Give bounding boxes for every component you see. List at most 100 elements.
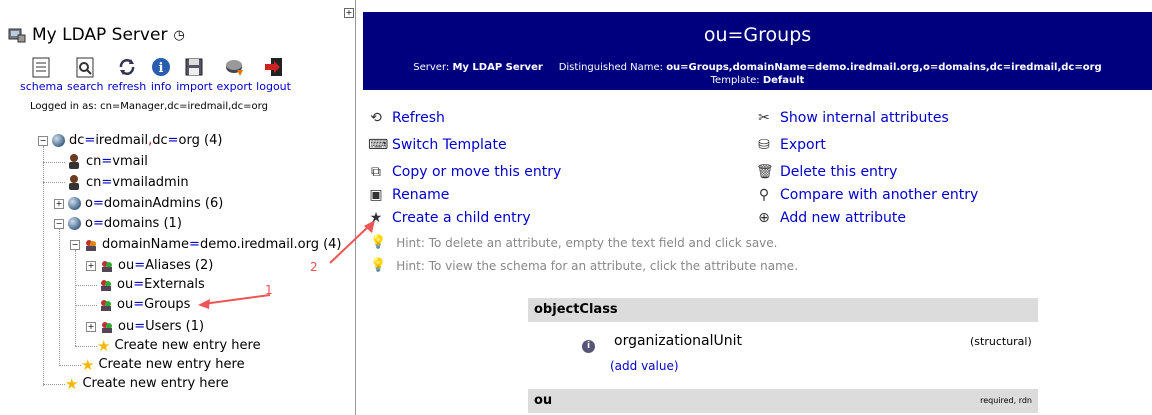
server-value: My LDAP Server bbox=[452, 62, 543, 73]
globe-icon bbox=[68, 197, 81, 210]
rdn-attr: ou bbox=[117, 297, 134, 312]
child-count: (1) bbox=[163, 216, 182, 231]
info-icon[interactable]: i bbox=[582, 333, 595, 353]
child-count: (1) bbox=[185, 319, 205, 334]
entry-title: ou=Groups bbox=[703, 24, 812, 46]
equals-sign: = bbox=[101, 174, 113, 190]
tree-node-groups[interactable]: ou=Groups bbox=[99, 297, 190, 312]
add-value-link[interactable]: (add value) bbox=[610, 359, 679, 373]
info-glyph: i bbox=[582, 340, 595, 353]
star-icon: ★ bbox=[65, 374, 79, 393]
template-value: Default bbox=[762, 75, 805, 86]
annotation-label-1: 1 bbox=[265, 283, 273, 297]
refresh-link[interactable]: ⟲ Refresh bbox=[368, 110, 445, 126]
attribute-header-objectclass[interactable]: objectClass bbox=[528, 298, 1038, 322]
copy-move-link[interactable]: ⧉ Copy or move this entry bbox=[368, 164, 561, 180]
action-label: Switch Template bbox=[392, 137, 507, 153]
expand-icon[interactable]: + bbox=[86, 260, 96, 271]
create-entry-link[interactable]: ★ Create new entry here bbox=[97, 338, 261, 353]
switch-template-link[interactable]: ⌨ Switch Template bbox=[368, 137, 507, 153]
action-label: Show internal attributes bbox=[780, 110, 949, 126]
export-link[interactable]: ⛁ Export bbox=[756, 137, 826, 153]
tree-node-root[interactable]: − dc=iredmail,dc=org (4) bbox=[38, 133, 222, 148]
collapse-icon[interactable]: − bbox=[54, 218, 64, 229]
action-label: Create a child entry bbox=[392, 210, 531, 226]
equals-sign: = bbox=[92, 196, 104, 211]
hint-text: Hint: To view the schema for an attribut… bbox=[396, 258, 799, 273]
action-label: Delete this entry bbox=[780, 164, 898, 180]
rdn-attr: cn bbox=[86, 174, 102, 190]
server-label: Server: bbox=[413, 62, 450, 73]
expand-icon[interactable]: + bbox=[54, 198, 64, 209]
rdn-attr: o bbox=[85, 216, 93, 231]
equals-sign: = bbox=[134, 319, 146, 334]
collapse-icon[interactable]: − bbox=[70, 239, 80, 250]
attribute-flags: required, rdn bbox=[980, 396, 1032, 405]
rename-icon: ▣ bbox=[369, 187, 383, 203]
rdn-attr: domainName bbox=[102, 237, 190, 252]
expand-icon[interactable]: + bbox=[86, 321, 96, 332]
lightbulb-icon: 💡 bbox=[370, 258, 387, 273]
create-entry-link[interactable]: ★ Create new entry here bbox=[65, 376, 229, 391]
tree-node-aliases[interactable]: + ou=Aliases (2) bbox=[86, 258, 213, 273]
rdn-attr: ou bbox=[118, 258, 135, 273]
attribute-header-ou[interactable]: ou required, rdn bbox=[528, 389, 1038, 413]
tree-node-externals[interactable]: ou=Externals bbox=[99, 277, 205, 292]
show-internal-attributes-link[interactable]: ✂ Show internal attributes bbox=[756, 110, 949, 126]
dn-value: ou=Groups,domainName=demo.iredmail.org,o… bbox=[666, 62, 1102, 73]
tree-node-vmail[interactable]: cn=vmail bbox=[66, 153, 148, 169]
rdn-attr: ou bbox=[118, 319, 135, 334]
attribute-name: ou bbox=[534, 393, 553, 408]
rename-link[interactable]: ▣ Rename bbox=[368, 187, 449, 203]
tree-node-label: o=domainAdmins (6) bbox=[85, 196, 223, 211]
tree-node-label: ou=Externals bbox=[117, 277, 205, 292]
tree-node-domainname[interactable]: − domainName=demo.iredmail.org (4) bbox=[70, 237, 342, 252]
action-label: Rename bbox=[392, 187, 450, 203]
tree-node-domains[interactable]: − o=domains (1) bbox=[54, 216, 182, 231]
equals-sign: = bbox=[134, 258, 146, 273]
globe-icon bbox=[52, 134, 65, 147]
action-label: Compare with another entry bbox=[780, 187, 979, 203]
star-icon: ★ bbox=[97, 336, 111, 355]
compare-icon: ⚲ bbox=[758, 187, 770, 203]
attribute-value[interactable]: organizationalUnit bbox=[614, 333, 742, 349]
rdn-value: vmail bbox=[112, 153, 148, 169]
refresh-icon: ⟲ bbox=[370, 110, 382, 126]
create-child-link[interactable]: ★ Create a child entry bbox=[368, 210, 531, 226]
equals-sign: = bbox=[92, 216, 104, 231]
equals-sign: = bbox=[189, 237, 200, 252]
rdn-value: iredmail bbox=[95, 133, 149, 148]
child-count: (4) bbox=[323, 237, 342, 252]
domain-icon bbox=[86, 239, 96, 251]
copy-icon: ⧉ bbox=[371, 164, 381, 180]
delete-entry-link[interactable]: 🗑 Delete this entry bbox=[756, 164, 897, 180]
ou-icon bbox=[101, 299, 111, 311]
rdn-attr: dc bbox=[69, 133, 85, 148]
globe-icon bbox=[68, 217, 81, 230]
rdn-attr: cn bbox=[86, 153, 102, 169]
compare-entry-link[interactable]: ⚲ Compare with another entry bbox=[756, 187, 978, 203]
rdn-value: demo.iredmail.org bbox=[199, 237, 319, 252]
create-entry-label: Create new entry here bbox=[82, 376, 229, 391]
tree-node-domainadmins[interactable]: + o=domainAdmins (6) bbox=[54, 196, 223, 211]
create-entry-link[interactable]: ★ Create new entry here bbox=[81, 357, 245, 372]
rdn-value: org bbox=[178, 133, 200, 148]
collapse-icon[interactable]: − bbox=[38, 135, 48, 146]
tree-node-label: o=domains (1) bbox=[85, 216, 182, 231]
template-meta: Template: Default bbox=[363, 75, 1152, 86]
left-panel: + My LDAP Server ◷ schema search refresh… bbox=[0, 0, 356, 415]
tools-icon: ✂ bbox=[758, 110, 770, 126]
star-icon: ★ bbox=[81, 355, 95, 374]
rdn-value: Externals bbox=[144, 277, 205, 292]
tree-node-vmailadmin[interactable]: cn=vmailadmin bbox=[66, 174, 189, 190]
tree-node-users[interactable]: + ou=Users (1) bbox=[86, 319, 204, 334]
objectclass-kind: (structural) bbox=[970, 335, 1032, 348]
entry-banner: ou=Groups Server: My LDAP Server Disting… bbox=[363, 12, 1152, 90]
rdn-value: vmailadmin bbox=[112, 174, 189, 190]
lightbulb-icon: 💡 bbox=[370, 235, 387, 250]
child-count: (2) bbox=[194, 258, 214, 273]
rdn-value: Aliases bbox=[145, 258, 191, 273]
person-icon bbox=[69, 175, 79, 190]
rdn-value: Users bbox=[145, 319, 182, 334]
add-attribute-link[interactable]: ⊕ Add new attribute bbox=[756, 210, 906, 226]
